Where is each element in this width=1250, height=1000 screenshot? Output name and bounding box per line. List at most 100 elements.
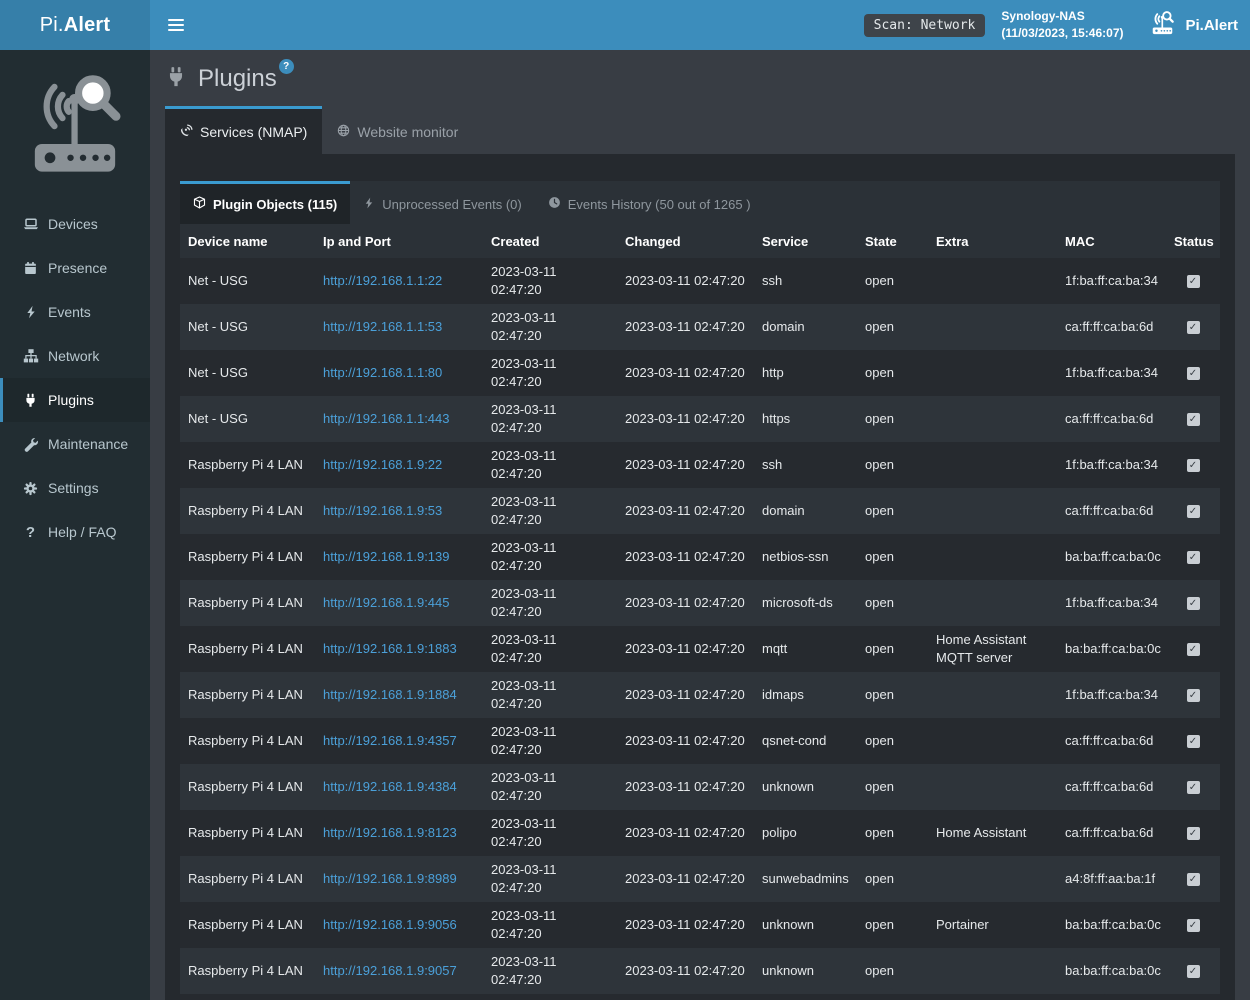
cell-extra	[928, 856, 1057, 902]
cell-created: 2023-03-11 02:47:20	[483, 764, 617, 810]
col-status[interactable]: Status	[1166, 224, 1220, 258]
status-checkbox[interactable]	[1187, 551, 1200, 564]
sidebar-item-devices[interactable]: Devices	[0, 202, 150, 246]
cell-created: 2023-03-11 02:47:20	[483, 350, 617, 396]
host-time: (11/03/2023, 15:46:07)	[1001, 25, 1123, 42]
sidebar-item-maintenance[interactable]: Maintenance	[0, 422, 150, 466]
cell-device: Raspberry Pi 4 LAN	[180, 488, 315, 534]
cell-changed: 2023-03-11 02:47:20	[617, 856, 754, 902]
ip-port-link[interactable]: http://192.168.1.9:8123	[323, 825, 457, 840]
subtab-plugin-objects[interactable]: Plugin Objects (115)	[180, 181, 350, 224]
table-row: Raspberry Pi 4 LANhttp://192.168.1.9:139…	[180, 534, 1220, 580]
cell-mac: 1f:ba:ff:ca:ba:34	[1057, 672, 1166, 718]
sidebar-item-network[interactable]: Network	[0, 334, 150, 378]
status-checkbox[interactable]	[1187, 827, 1200, 840]
status-checkbox[interactable]	[1187, 873, 1200, 886]
sidebar-item-events[interactable]: Events	[0, 290, 150, 334]
status-checkbox[interactable]	[1187, 413, 1200, 426]
brand-logo[interactable]: Pi.Alert	[0, 0, 150, 50]
col-extra[interactable]: Extra	[928, 224, 1057, 258]
cell-mac: ca:ff:ff:ca:ba:6d	[1057, 304, 1166, 350]
cell-service: http	[754, 350, 857, 396]
cell-created: 2023-03-11 02:47:20	[483, 396, 617, 442]
col-service[interactable]: Service	[754, 224, 857, 258]
cell-mac: 1f:ca:ff:ca:ba:5b	[1057, 994, 1166, 1000]
status-checkbox[interactable]	[1187, 643, 1200, 656]
col-created[interactable]: Created	[483, 224, 617, 258]
ip-port-link[interactable]: http://192.168.1.1:53	[323, 319, 442, 334]
col-changed[interactable]: Changed	[617, 224, 754, 258]
status-checkbox[interactable]	[1187, 735, 1200, 748]
cell-mac: ca:ff:ff:ca:ba:6d	[1057, 396, 1166, 442]
sidebar-item-help[interactable]: ? Help / FAQ	[0, 510, 150, 554]
ip-port-link[interactable]: http://192.168.1.9:22	[323, 457, 442, 472]
status-checkbox[interactable]	[1187, 505, 1200, 518]
content-area: Plugins? Services (NMAP) Website monitor	[150, 50, 1250, 1000]
ip-port-link[interactable]: http://192.168.1.9:445	[323, 595, 450, 610]
status-checkbox[interactable]	[1187, 919, 1200, 932]
status-checkbox[interactable]	[1187, 321, 1200, 334]
status-checkbox[interactable]	[1187, 597, 1200, 610]
status-checkbox[interactable]	[1187, 689, 1200, 702]
cell-mac: ba:ba:ff:ca:ba:0c	[1057, 534, 1166, 580]
brand-suffix: Alert	[64, 14, 111, 37]
sidebar-item-presence[interactable]: Presence	[0, 246, 150, 290]
cell-mac: ba:ba:ff:ca:ba:0c	[1057, 948, 1166, 994]
status-checkbox[interactable]	[1187, 781, 1200, 794]
subtab-events-history[interactable]: Events History (50 out of 1265 )	[535, 181, 764, 224]
cell-device: Raspberry Pi 4 LAN	[180, 626, 315, 672]
tab-label: Services (NMAP)	[200, 124, 307, 140]
table-row: Raspberry Pi 4 LANhttp://192.168.1.9:905…	[180, 902, 1220, 948]
col-mac[interactable]: MAC	[1057, 224, 1166, 258]
ip-port-link[interactable]: http://192.168.1.9:4384	[323, 779, 457, 794]
ip-port-link[interactable]: http://192.168.1.9:9056	[323, 917, 457, 932]
sidebar-item-plugins[interactable]: Plugins	[0, 378, 150, 422]
col-state[interactable]: State	[857, 224, 928, 258]
col-device-name[interactable]: Device name	[180, 224, 315, 258]
status-checkbox[interactable]	[1187, 275, 1200, 288]
sidebar-item-label: Help / FAQ	[48, 524, 116, 540]
ip-port-link[interactable]: http://192.168.1.9:1884	[323, 687, 457, 702]
cell-ip-port: http://192.168.1.9:9058	[315, 994, 483, 1000]
subtab-label: Unprocessed Events (0)	[382, 197, 521, 212]
cell-mac: ba:ba:ff:ca:ba:0c	[1057, 902, 1166, 948]
cell-extra	[928, 580, 1057, 626]
status-checkbox[interactable]	[1187, 367, 1200, 380]
sidebar-item-label: Events	[48, 304, 91, 320]
ip-port-link[interactable]: http://192.168.1.9:9057	[323, 963, 457, 978]
ip-port-link[interactable]: http://192.168.1.1:22	[323, 273, 442, 288]
cell-created: 2023-03-11 02:47:20	[483, 626, 617, 672]
cell-device: Raspberry Pi 4 LAN	[180, 672, 315, 718]
cell-extra	[928, 442, 1057, 488]
cell-service: domain	[754, 304, 857, 350]
cell-service: unknown	[754, 994, 857, 1000]
ip-port-link[interactable]: http://192.168.1.9:1883	[323, 641, 457, 656]
ip-port-link[interactable]: http://192.168.1.9:139	[323, 549, 450, 564]
sidebar-menu: Devices Presence Events	[0, 202, 150, 554]
hamburger-menu-icon[interactable]	[164, 13, 188, 37]
status-checkbox[interactable]	[1187, 459, 1200, 472]
col-ip-port[interactable]: Ip and Port	[315, 224, 483, 258]
app-logo[interactable]: Pi.Alert	[1149, 10, 1238, 41]
ip-port-link[interactable]: http://192.168.1.1:443	[323, 411, 450, 426]
calendar-icon	[22, 261, 39, 276]
tab-services-nmap[interactable]: Services (NMAP)	[165, 106, 322, 154]
table-row: Raspberry Pi 4 LANhttp://192.168.1.9:905…	[180, 994, 1220, 1000]
status-checkbox[interactable]	[1187, 965, 1200, 978]
brand-prefix: Pi.	[40, 14, 64, 37]
ip-port-link[interactable]: http://192.168.1.9:8989	[323, 871, 457, 886]
gear-icon	[22, 481, 39, 496]
ip-port-link[interactable]: http://192.168.1.1:80	[323, 365, 442, 380]
ip-port-link[interactable]: http://192.168.1.9:53	[323, 503, 442, 518]
cell-status	[1166, 580, 1220, 626]
sidebar-item-settings[interactable]: Settings	[0, 466, 150, 510]
cell-ip-port: http://192.168.1.9:8123	[315, 810, 483, 856]
cell-state: open	[857, 994, 928, 1000]
cell-status	[1166, 764, 1220, 810]
cell-service: mqtt	[754, 626, 857, 672]
ip-port-link[interactable]: http://192.168.1.9:4357	[323, 733, 457, 748]
help-badge[interactable]: ?	[279, 59, 294, 74]
bolt-icon	[22, 305, 39, 319]
subtab-unprocessed-events[interactable]: Unprocessed Events (0)	[350, 181, 534, 224]
tab-website-monitor[interactable]: Website monitor	[322, 106, 473, 154]
